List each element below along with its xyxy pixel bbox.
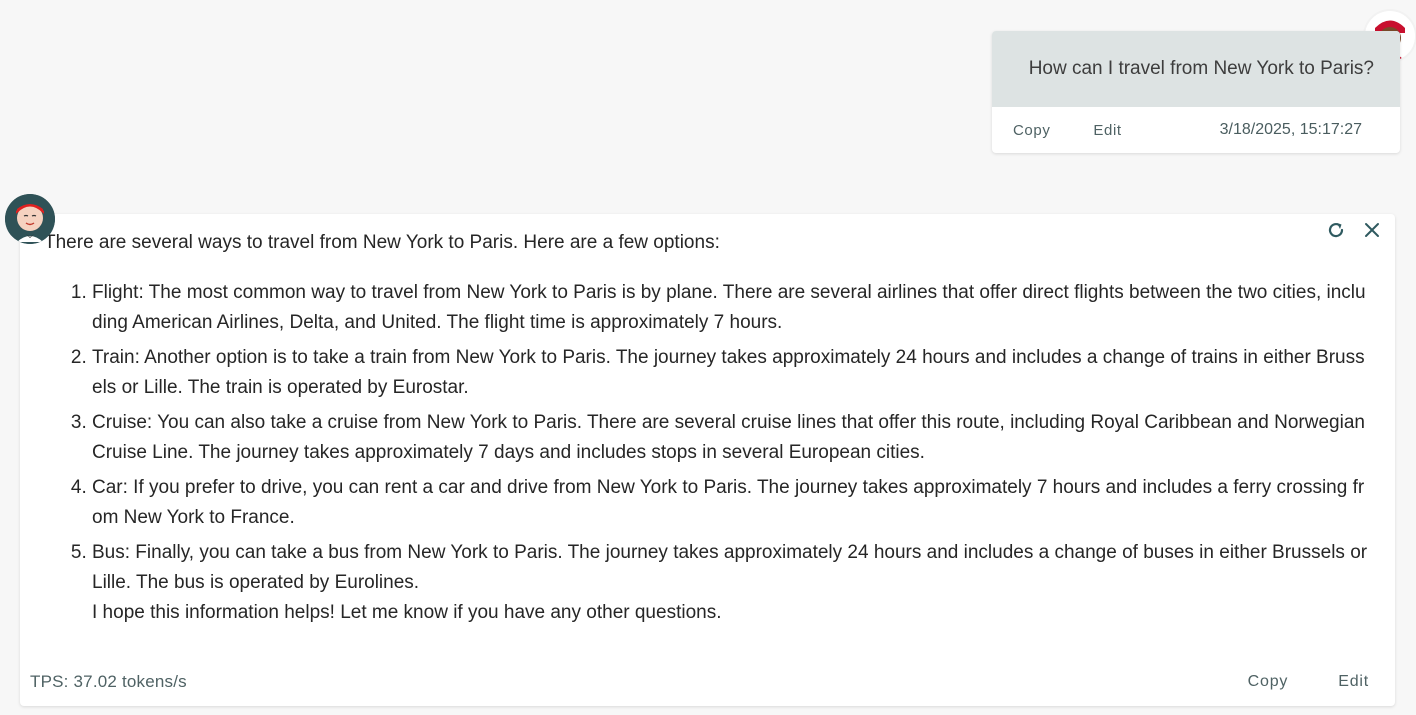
list-item-text: Bus: Finally, you can take a bus from Ne…: [92, 542, 1368, 593]
user-message-card: How can I travel from New York to Paris?…: [992, 31, 1400, 153]
user-edit-button[interactable]: Edit: [1093, 122, 1121, 139]
assistant-message-footer: TPS: 37.02 tokens/s Copy Edit: [30, 671, 1369, 693]
assistant-avatar-icon: [5, 194, 55, 244]
list-item: Flight: The most common way to travel fr…: [92, 278, 1369, 338]
assistant-edit-button[interactable]: Edit: [1338, 673, 1369, 691]
user-copy-button[interactable]: Copy: [1013, 122, 1050, 139]
tokens-per-second: TPS: 37.02 tokens/s: [30, 672, 187, 691]
list-item: Train: Another option is to take a train…: [92, 343, 1369, 403]
message-timestamp: 3/18/2025, 15:17:27: [1219, 121, 1362, 138]
travel-options-list: Flight: The most common way to travel fr…: [44, 278, 1369, 628]
assistant-message-body: There are several ways to travel from Ne…: [44, 228, 1369, 633]
assistant-avatar: [5, 194, 55, 244]
assistant-closing: I hope this information helps! Let me kn…: [92, 602, 722, 623]
assistant-copy-button[interactable]: Copy: [1248, 673, 1289, 691]
list-item: Car: If you prefer to drive, you can ren…: [92, 473, 1369, 533]
list-item: Bus: Finally, you can take a bus from Ne…: [92, 538, 1369, 628]
assistant-message-card: There are several ways to travel from Ne…: [20, 214, 1395, 706]
list-item: Cruise: You can also take a cruise from …: [92, 408, 1369, 468]
user-message-text: How can I travel from New York to Paris?: [992, 31, 1400, 107]
user-message-actions: Copy Edit 3/18/2025, 15:17:27: [992, 107, 1400, 153]
assistant-intro: There are several ways to travel from Ne…: [44, 232, 720, 253]
